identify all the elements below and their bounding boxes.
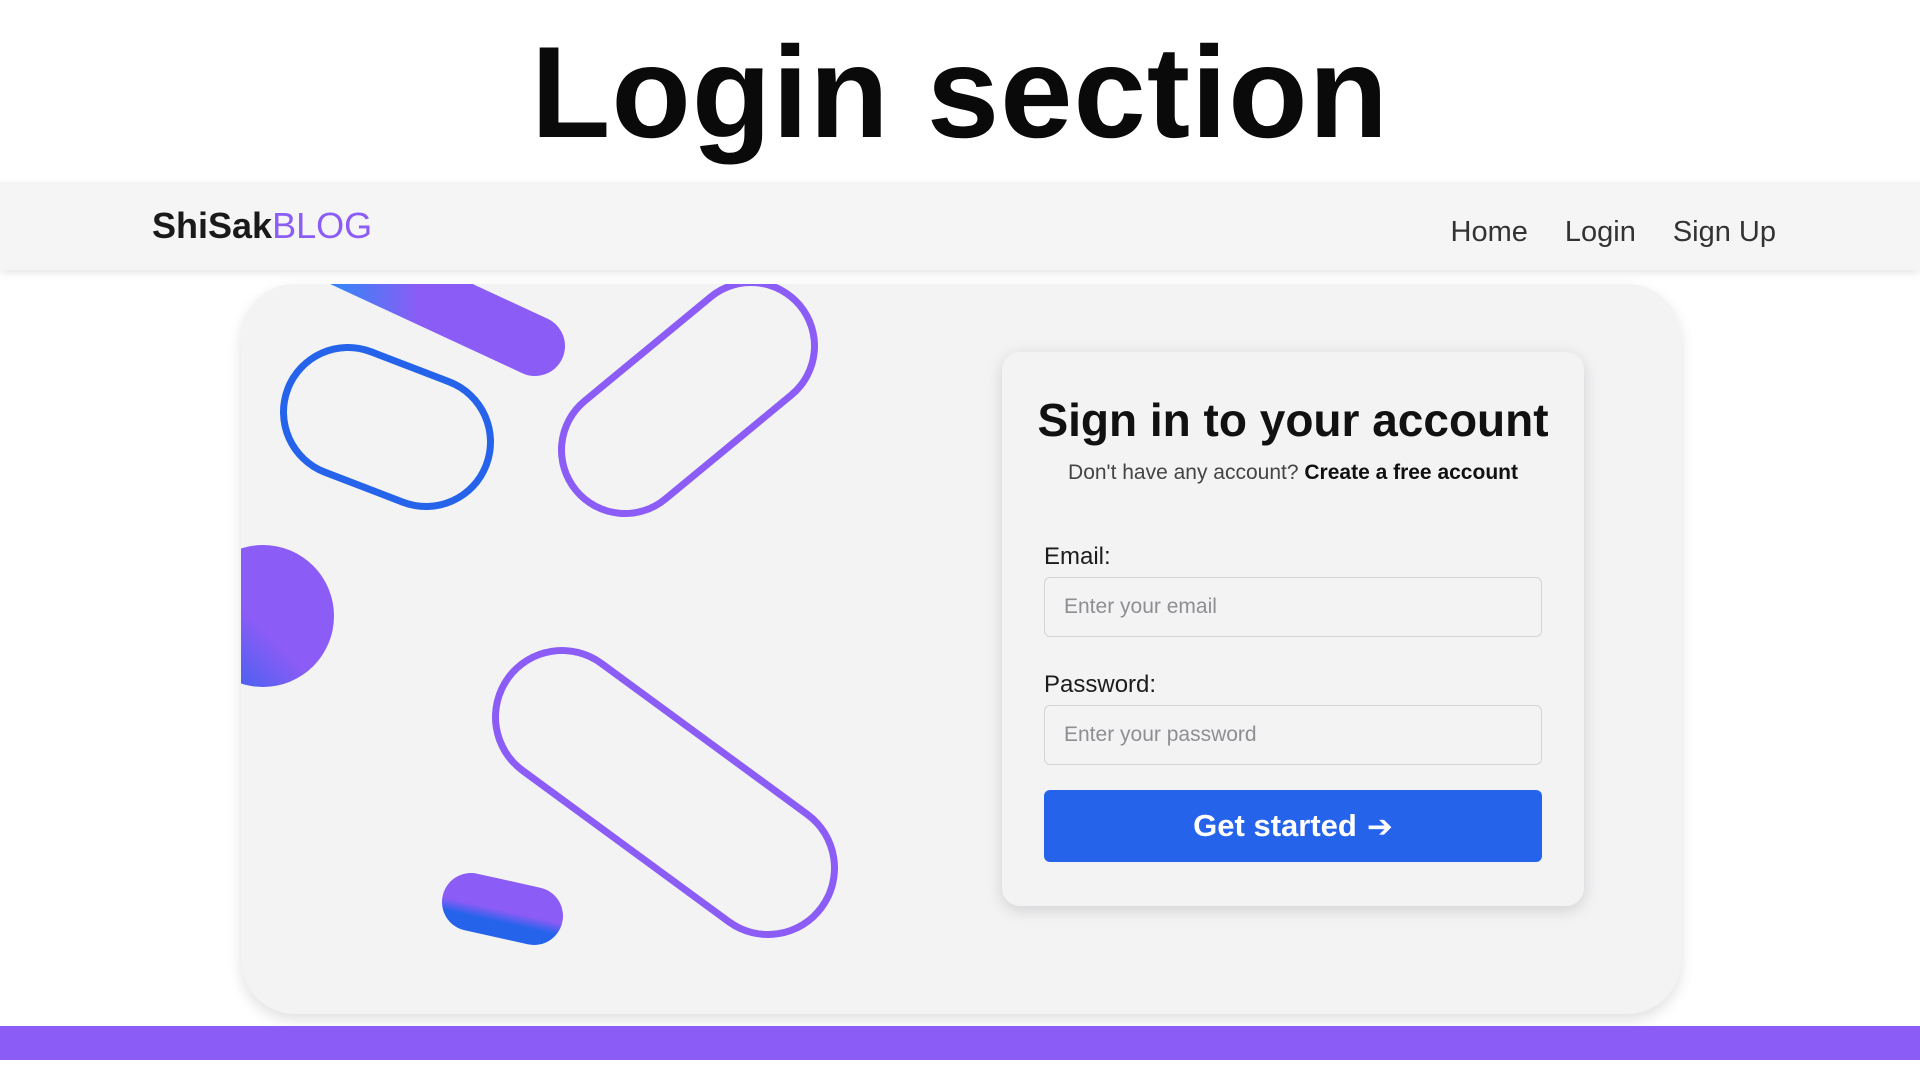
login-title: Sign in to your account <box>1037 394 1549 446</box>
nav-link-login[interactable]: Login <box>1565 212 1636 252</box>
half-circle-shape <box>241 545 334 687</box>
get-started-button[interactable]: Get started ➔ <box>1044 790 1542 862</box>
nav-links: Home Login Sign Up <box>1451 212 1777 252</box>
login-panel: Sign in to your account Don't have any a… <box>1002 352 1584 906</box>
navbar: ShiSakBLOG Home Login Sign Up <box>0 182 1920 270</box>
pill-shape-bottom <box>442 873 563 945</box>
nav-link-sign-up[interactable]: Sign Up <box>1673 212 1776 252</box>
get-started-label: Get started <box>1193 808 1357 843</box>
brand-logo[interactable]: ShiSakBLOG <box>152 204 372 248</box>
bottom-accent-bar <box>0 1026 1920 1060</box>
login-subtitle: Don't have any account? Create a free ac… <box>1002 458 1584 488</box>
email-label: Email: <box>1044 543 1111 570</box>
password-label: Password: <box>1044 671 1157 698</box>
arrow-right-icon: ➔ <box>1366 808 1393 844</box>
page-heading: Login section <box>531 19 1389 165</box>
pill-shape-top <box>330 284 565 376</box>
login-subtitle-text: Don't have any account? <box>1068 461 1299 484</box>
email-field[interactable] <box>1044 577 1542 637</box>
create-account-link[interactable]: Create a free account <box>1304 461 1518 484</box>
brand-accent-text: BLOG <box>272 205 373 246</box>
brand-primary-text: ShiSak <box>152 205 273 246</box>
password-field[interactable] <box>1044 705 1542 765</box>
nav-link-home[interactable]: Home <box>1451 212 1528 252</box>
